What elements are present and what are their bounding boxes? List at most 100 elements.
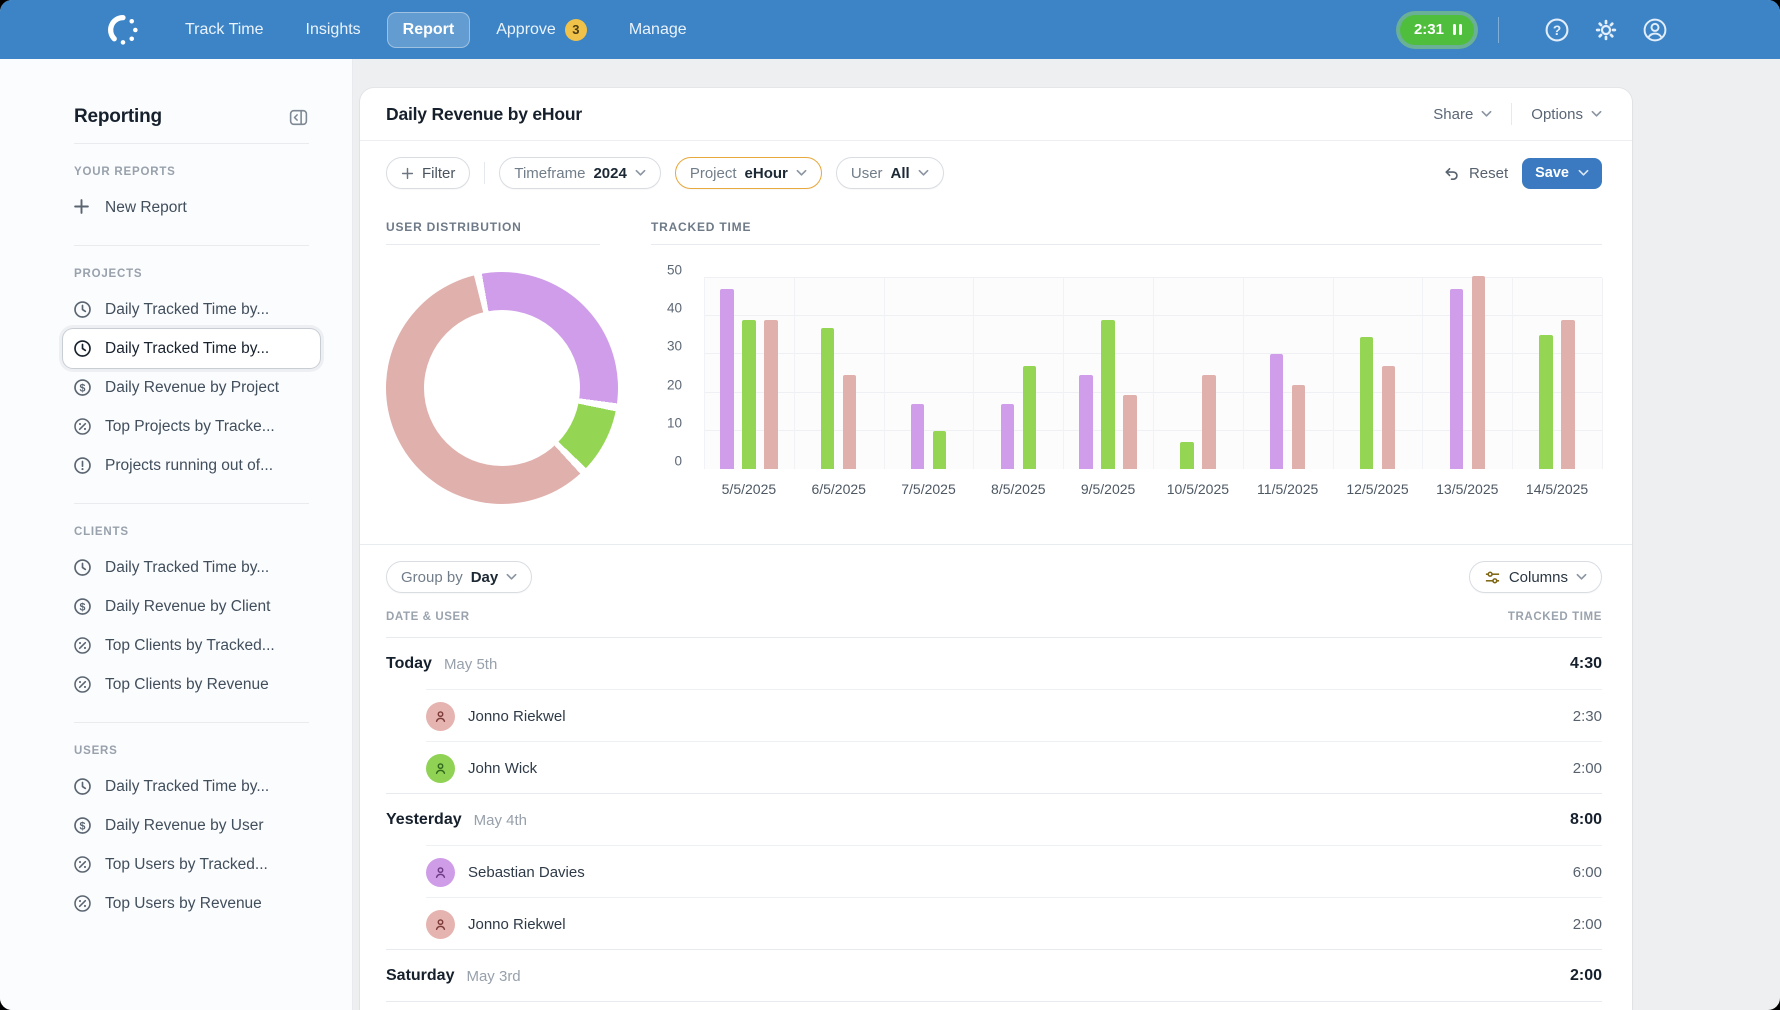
timer-pill[interactable]: 2:31	[1400, 15, 1474, 45]
filter-divider	[484, 162, 485, 184]
options-button[interactable]: Options	[1531, 106, 1602, 123]
table-member-row-jonno-riekwel[interactable]: Jonno Riekwel2:00	[360, 898, 1632, 950]
filter-pill-timeframe[interactable]: Timeframe2024	[499, 157, 661, 189]
reporting-sidebar: Reporting YOUR REPORTSNew ReportPROJECTS…	[0, 59, 353, 1010]
sidebar-item-top-users-by-tracked[interactable]: Top Users by Tracked...	[63, 845, 320, 884]
sidebar-item-top-projects-by-tracke[interactable]: Top Projects by Tracke...	[63, 407, 320, 446]
reset-button[interactable]: Reset	[1443, 165, 1508, 182]
sidebar-item-daily-tracked-time-by[interactable]: Daily Tracked Time by...	[63, 329, 320, 368]
bar-purple-user-5-5-2025[interactable]	[720, 289, 734, 469]
percent-icon	[73, 636, 92, 655]
x-axis-tick-label: 14/5/2025	[1512, 481, 1602, 497]
user-distribution-panel: USER DISTRIBUTION	[386, 220, 624, 544]
x-axis-tick-label: 13/5/2025	[1422, 481, 1512, 497]
sidebar-item-new-report[interactable]: New Report	[63, 188, 320, 227]
bar-green-user-6-5-2025[interactable]	[821, 328, 835, 469]
gridline	[1602, 278, 1603, 469]
nav-item-insights[interactable]: Insights	[290, 12, 377, 48]
sidebar-item-daily-revenue-by-client[interactable]: $Daily Revenue by Client	[63, 587, 320, 626]
bar-pink-user-6-5-2025[interactable]	[843, 375, 857, 469]
y-axis-tick-label: 50	[667, 263, 682, 278]
page-title: Daily Revenue by eHour	[386, 104, 582, 125]
nav-item-manage[interactable]: Manage	[613, 12, 703, 48]
sidebar-section-projects: PROJECTSDaily Tracked Time by...Daily Tr…	[74, 246, 309, 504]
sidebar-item-top-users-by-revenue[interactable]: Top Users by Revenue	[63, 884, 320, 923]
member-name: John Wick	[468, 760, 537, 777]
gridline	[973, 278, 974, 469]
sidebar-sections: YOUR REPORTSNew ReportPROJECTSDaily Trac…	[74, 144, 309, 941]
chevron-down-icon	[1481, 110, 1492, 118]
sidebar-item-top-clients-by-revenue[interactable]: Top Clients by Revenue	[63, 665, 320, 704]
settings-gear-icon[interactable]	[1592, 16, 1619, 43]
bar-green-user-5-5-2025[interactable]	[742, 320, 756, 469]
nav-items: Track Time Insights Report Approve3 Manage	[169, 10, 703, 50]
pause-icon[interactable]	[1453, 24, 1462, 35]
group-date: May 3rd	[466, 968, 520, 985]
bar-pink-user-9-5-2025[interactable]	[1123, 395, 1137, 469]
add-filter-button[interactable]: Filter	[386, 157, 470, 189]
bar-purple-user-11-5-2025[interactable]	[1270, 354, 1284, 469]
bar-green-user-14-5-2025[interactable]	[1539, 335, 1553, 469]
table-member-row-jonno-riekwel[interactable]: Jonno Riekwel2:30	[360, 690, 1632, 742]
help-icon[interactable]: ?	[1543, 16, 1570, 43]
nav-item-approve[interactable]: Approve3	[480, 10, 603, 50]
sidebar-item-label: Daily Revenue by Client	[105, 598, 270, 616]
bar-pink-user-5-5-2025[interactable]	[764, 320, 778, 469]
sidebar-collapse-icon[interactable]	[288, 107, 309, 128]
sidebar-item-daily-tracked-time-by[interactable]: Daily Tracked Time by...	[63, 290, 320, 329]
sidebar-section-label: PROJECTS	[74, 268, 309, 280]
bar-pink-user-10-5-2025[interactable]	[1202, 375, 1216, 469]
table-group-row-today[interactable]: TodayMay 5th4:30	[360, 638, 1632, 690]
bar-pink-user-13-5-2025[interactable]	[1472, 276, 1486, 469]
sidebar-item-projects-running-out-of[interactable]: Projects running out of...	[63, 446, 320, 485]
filter-pill-user[interactable]: UserAll	[836, 157, 944, 189]
columns-button[interactable]: Columns	[1469, 561, 1602, 593]
table-member-row-john-wick[interactable]: John Wick2:00	[360, 742, 1632, 794]
bar-green-user-9-5-2025[interactable]	[1101, 320, 1115, 469]
bar-green-user-8-5-2025[interactable]	[1023, 366, 1037, 469]
filter-pill-project[interactable]: ProjecteHour	[675, 157, 822, 189]
share-button[interactable]: Share	[1433, 106, 1492, 123]
bar-green-user-12-5-2025[interactable]	[1360, 337, 1374, 469]
table-member-row-sebastian-davies[interactable]: Sebastian Davies6:00	[360, 846, 1632, 898]
sidebar-item-daily-tracked-time-by[interactable]: Daily Tracked Time by...	[63, 548, 320, 587]
gridline	[704, 278, 705, 469]
bar-green-user-7-5-2025[interactable]	[933, 431, 947, 469]
nav-item-report[interactable]: Report	[387, 12, 471, 48]
sidebar-item-label: Top Users by Revenue	[105, 895, 262, 913]
bar-pink-user-12-5-2025[interactable]	[1382, 366, 1396, 469]
profile-avatar-icon[interactable]	[1641, 16, 1668, 43]
save-button[interactable]: Save	[1522, 158, 1602, 189]
sliders-icon	[1484, 569, 1501, 586]
bar-pink-user-14-5-2025[interactable]	[1561, 320, 1575, 469]
bar-purple-user-13-5-2025[interactable]	[1450, 289, 1464, 469]
sidebar-item-label: Daily Tracked Time by...	[105, 340, 269, 358]
user-distribution-donut-chart[interactable]	[386, 272, 618, 504]
app-logo-icon[interactable]	[103, 10, 143, 50]
gridline	[884, 278, 885, 469]
bar-pink-user-11-5-2025[interactable]	[1292, 385, 1306, 469]
sidebar-section-label: CLIENTS	[74, 526, 309, 538]
sidebar-item-daily-revenue-by-user[interactable]: $Daily Revenue by User	[63, 806, 320, 845]
bar-green-user-10-5-2025[interactable]	[1180, 442, 1194, 469]
sidebar-item-top-clients-by-tracked[interactable]: Top Clients by Tracked...	[63, 626, 320, 665]
filter-pill-value: eHour	[745, 165, 788, 182]
undo-icon	[1443, 165, 1460, 182]
sidebar-item-daily-revenue-by-project[interactable]: $Daily Revenue by Project	[63, 368, 320, 407]
table-group-row-saturday[interactable]: SaturdayMay 3rd2:00	[360, 950, 1632, 1002]
group-by-button[interactable]: Group by Day	[386, 561, 532, 593]
bar-purple-user-7-5-2025[interactable]	[911, 404, 925, 469]
table-rows: TodayMay 5th4:30Jonno Riekwel2:30John Wi…	[360, 638, 1632, 1010]
y-axis-tick-label: 30	[667, 339, 682, 354]
nav-item-track-time[interactable]: Track Time	[169, 12, 280, 48]
nav-item-label: Report	[403, 21, 455, 39]
table-group-row-yesterday[interactable]: YesterdayMay 4th8:00	[360, 794, 1632, 846]
bar-purple-user-9-5-2025[interactable]	[1079, 375, 1093, 469]
top-nav: Track Time Insights Report Approve3 Manage 2…	[0, 0, 1780, 59]
gridline	[794, 278, 795, 469]
sidebar-item-label: Top Clients by Tracked...	[105, 637, 275, 655]
tracked-time-bar-chart[interactable]	[704, 278, 1602, 469]
chevron-down-icon	[918, 169, 929, 177]
sidebar-item-daily-tracked-time-by[interactable]: Daily Tracked Time by...	[63, 767, 320, 806]
bar-purple-user-8-5-2025[interactable]	[1001, 404, 1015, 469]
